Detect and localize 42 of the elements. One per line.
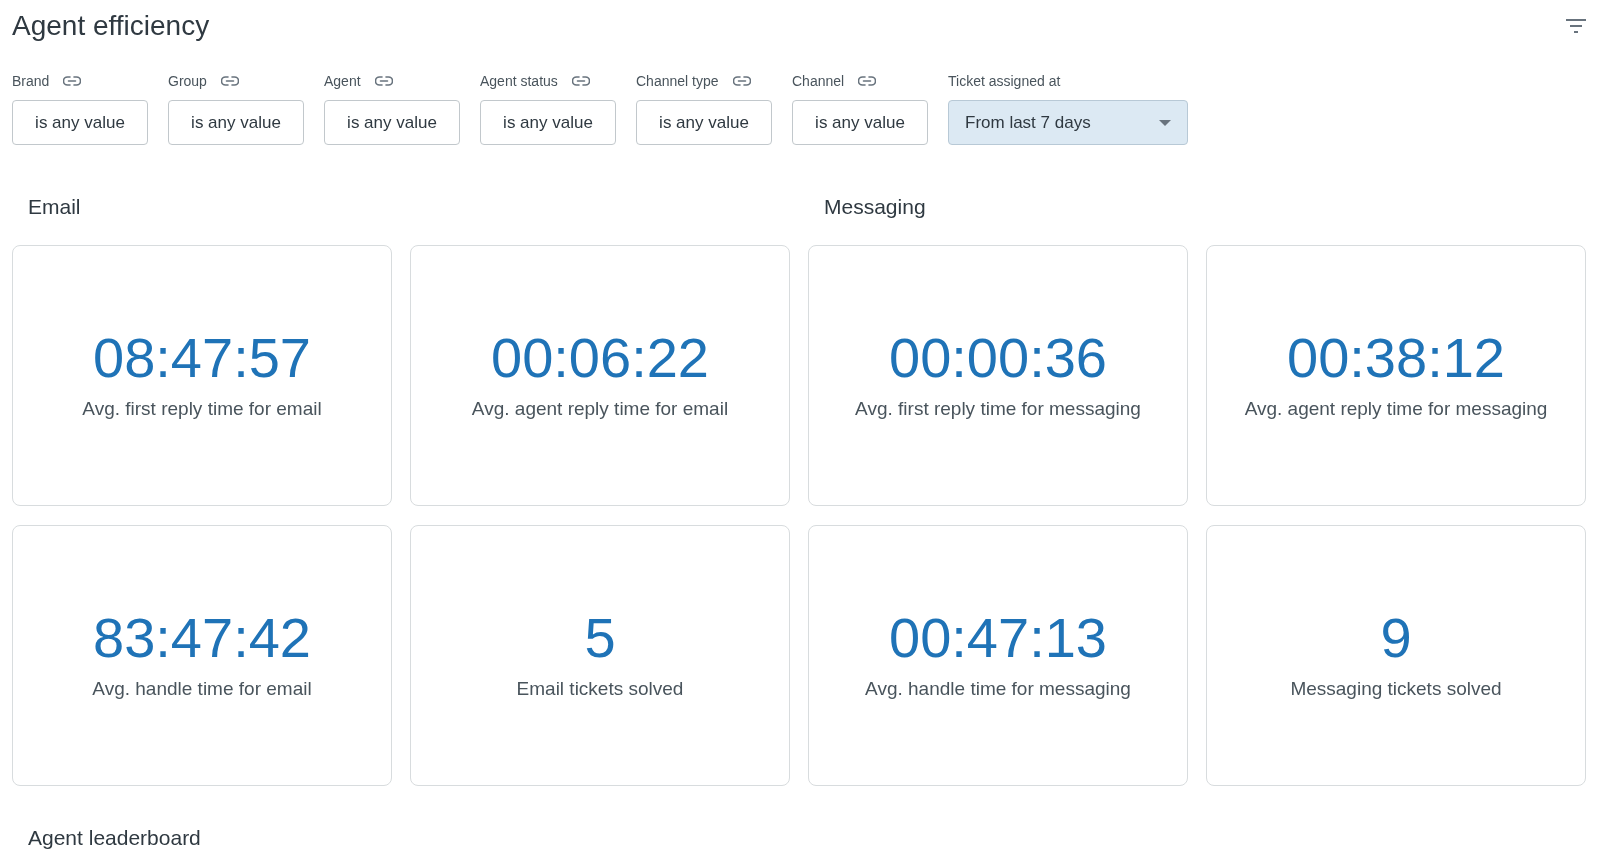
metric-label: Avg. handle time for email xyxy=(92,677,312,702)
link-icon[interactable] xyxy=(63,76,82,86)
metric-label: Avg. first reply time for email xyxy=(82,397,322,422)
filter-label: Brand xyxy=(12,71,50,91)
filter-button[interactable]: is any value xyxy=(636,100,772,145)
page-title: Agent efficiency xyxy=(12,9,210,43)
filter-button[interactable]: is any value xyxy=(324,100,460,145)
metric-label: Avg. agent reply time for email xyxy=(471,397,729,422)
metric-value: 00:47:13 xyxy=(889,607,1107,670)
filter-label: Agent status xyxy=(480,71,558,91)
filter-label: Group xyxy=(168,71,207,91)
metric-value: 5 xyxy=(584,607,616,670)
filter-icon[interactable] xyxy=(1566,19,1586,33)
link-icon[interactable] xyxy=(571,76,590,86)
metric-value: 9 xyxy=(1380,607,1412,670)
metric-label: Email tickets solved xyxy=(516,677,684,702)
filter-label: Channel type xyxy=(636,71,719,91)
filter-label: Agent xyxy=(324,71,361,91)
metric-value: 83:47:42 xyxy=(93,607,311,670)
section-heading: Email xyxy=(28,194,82,220)
link-icon[interactable] xyxy=(374,76,393,86)
metric-label: Avg. agent reply time for messaging xyxy=(1244,397,1548,422)
filter-button[interactable]: is any value xyxy=(168,100,304,145)
filter-label: Ticket assigned at xyxy=(948,71,1061,91)
filter-label: Channel xyxy=(792,71,845,91)
filter-button[interactable]: is any value xyxy=(792,100,928,145)
metric-label: Messaging tickets solved xyxy=(1290,677,1502,702)
filter-button[interactable]: is any value xyxy=(12,100,148,145)
caret-icon xyxy=(1159,119,1171,126)
date-dropdown[interactable]: From last 7 days xyxy=(948,100,1188,145)
link-icon[interactable] xyxy=(732,76,751,86)
metric-value: 00:06:22 xyxy=(491,327,709,390)
section-heading: Messaging xyxy=(824,194,927,220)
metric-label: Avg. first reply time for messaging xyxy=(855,397,1141,422)
metric-value: 00:38:12 xyxy=(1287,327,1505,390)
link-icon[interactable] xyxy=(858,76,877,86)
filter-button[interactable]: is any value xyxy=(480,100,616,145)
metric-value: 00:00:36 xyxy=(889,327,1107,390)
section-heading: Agent leaderboard xyxy=(28,825,202,851)
metric-value: 08:47:57 xyxy=(93,327,311,390)
metric-label: Avg. handle time for messaging xyxy=(865,677,1131,702)
link-icon[interactable] xyxy=(220,76,239,86)
